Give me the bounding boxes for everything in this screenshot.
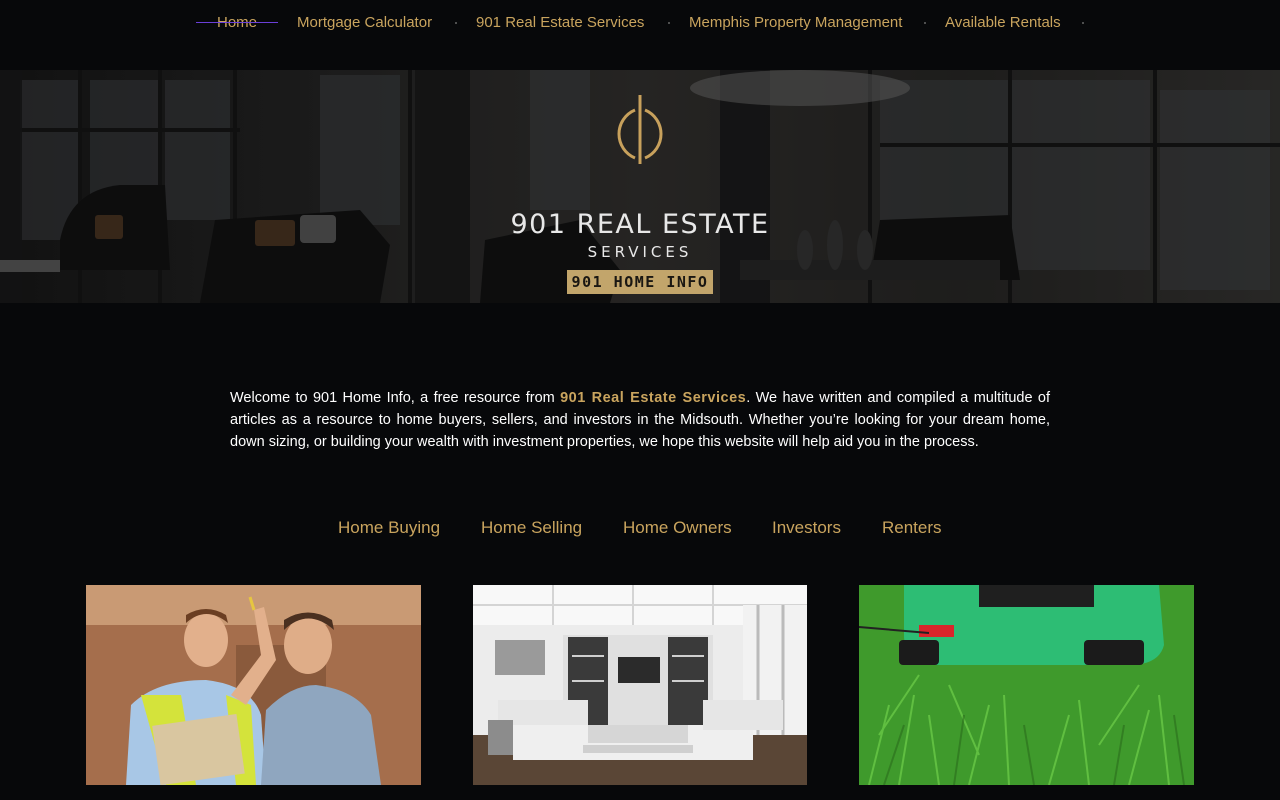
- card-living-room[interactable]: [473, 585, 807, 785]
- category-home-selling[interactable]: Home Selling: [481, 518, 582, 538]
- nav-901-real-estate-services[interactable]: 901 Real Estate Services: [476, 14, 644, 32]
- nav-active-indicator: [196, 22, 278, 23]
- category-home-buying[interactable]: Home Buying: [338, 518, 440, 538]
- nav-available-rentals[interactable]: Available Rentals: [945, 14, 1061, 32]
- nav-separator: [924, 22, 926, 24]
- nav-separator: [1082, 22, 1084, 24]
- card-home-inspection[interactable]: [86, 585, 421, 785]
- hero-banner: 901 REAL ESTATE SERVICES 901 HOME INFO: [0, 70, 1280, 303]
- nav-home[interactable]: Home: [217, 14, 257, 32]
- nav-memphis-property-management[interactable]: Memphis Property Management: [689, 14, 902, 32]
- logo-subtitle: SERVICES: [587, 243, 693, 261]
- main-navigation: Home Mortgage Calculator 901 Real Estate…: [0, 0, 1280, 48]
- logo-badge: 901 HOME INFO: [567, 270, 713, 294]
- site-logo[interactable]: 901 REAL ESTATE SERVICES 901 HOME INFO: [500, 90, 780, 294]
- nav-separator: [455, 22, 457, 24]
- nav-mortgage-calculator[interactable]: Mortgage Calculator: [297, 14, 432, 32]
- category-renters[interactable]: Renters: [882, 518, 942, 538]
- category-investors[interactable]: Investors: [772, 518, 841, 538]
- intro-text-start: Welcome to 901 Home Info, a free resourc…: [230, 389, 561, 406]
- category-navigation: Home Buying Home Selling Home Owners Inv…: [0, 518, 1280, 542]
- gold-circle-logo-icon: [617, 95, 663, 164]
- living-room-photo: [473, 585, 807, 785]
- category-home-owners[interactable]: Home Owners: [623, 518, 732, 538]
- lawn-mower-photo: [859, 585, 1194, 785]
- home-inspection-photo: [86, 585, 421, 785]
- intro-link-901-real-estate-services[interactable]: 901 Real Estate Services: [560, 390, 746, 406]
- logo-name: 901 REAL ESTATE: [510, 209, 770, 240]
- intro-paragraph: Welcome to 901 Home Info, a free resourc…: [230, 387, 1050, 453]
- card-lawn-mower[interactable]: [859, 585, 1194, 785]
- nav-separator: [668, 22, 670, 24]
